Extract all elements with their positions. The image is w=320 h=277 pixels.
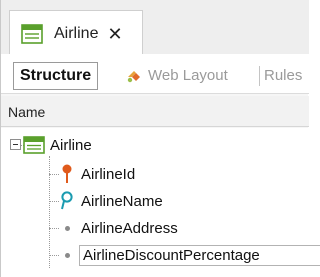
transaction-table-icon [21, 23, 43, 44]
attribute-label: AirlineAddress [81, 219, 178, 237]
attribute-dot-icon [59, 218, 75, 238]
toolbar-divider [259, 66, 260, 86]
tab-structure[interactable]: Structure [13, 62, 99, 90]
document-tab-strip: Airline ✕ [1, 0, 309, 56]
tab-rules[interactable]: Rules [264, 67, 302, 84]
tree-item-airlineaddress[interactable]: AirlineAddress [59, 217, 180, 239]
description-attribute-icon [59, 191, 75, 211]
close-icon[interactable]: ✕ [107, 25, 122, 43]
structure-tree: Airline AirlineId AirlineName AirlineAdd… [1, 128, 320, 277]
tree-connector [49, 156, 50, 268]
tab-web-layout-label: Web Layout [148, 67, 228, 84]
transaction-editor: Airline ✕ Structure Web Layout Rules Nam… [0, 0, 320, 277]
primary-key-icon [59, 164, 75, 184]
tree-item-airlineid[interactable]: AirlineId [59, 163, 137, 185]
attribute-label: AirlineId [81, 165, 136, 183]
tree-item-airlinename[interactable]: AirlineName [59, 190, 165, 212]
attribute-dot-icon [59, 245, 75, 265]
collapse-toggle-icon[interactable] [10, 139, 21, 150]
tree-connector [49, 201, 59, 202]
web-layout-icon [127, 70, 140, 82]
column-header: Name [1, 96, 309, 127]
tree-root-label: Airline [50, 136, 92, 154]
column-header-name[interactable]: Name [8, 104, 45, 120]
attribute-label: AirlineName [81, 192, 163, 210]
tree-connector [49, 255, 59, 256]
attribute-label: AirlineDiscountPercentage [79, 244, 320, 266]
tree-item-airlinediscountpercentage[interactable]: AirlineDiscountPercentage [59, 244, 320, 266]
document-tab-label: Airline [54, 24, 99, 42]
transaction-table-icon [23, 136, 45, 154]
tree-connector [49, 228, 59, 229]
document-tab-airline[interactable]: Airline ✕ [9, 10, 143, 56]
section-toolbar: Structure Web Layout Rules [1, 54, 309, 94]
tree-root-airline[interactable]: Airline [23, 135, 92, 155]
tree-connector [49, 174, 59, 175]
tab-web-layout[interactable]: Web Layout [126, 67, 228, 84]
